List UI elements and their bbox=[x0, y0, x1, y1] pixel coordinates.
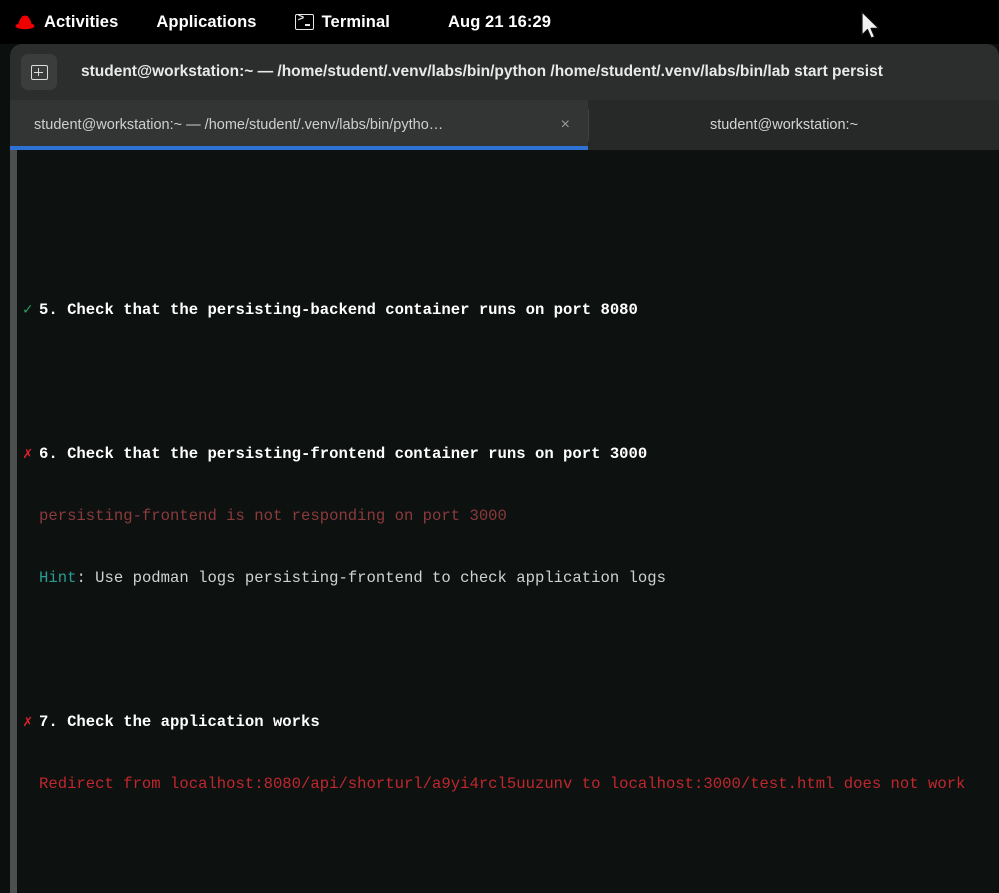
terminal-body[interactable]: ✓5. Check that the persisting-backend co… bbox=[10, 150, 999, 893]
clock-label[interactable]: Aug 21 16:29 bbox=[448, 13, 551, 32]
tab-0-label: student@workstation:~ — /home/student/.v… bbox=[34, 117, 443, 133]
failure-detail: Redirect from localhost:8080/api/shortur… bbox=[39, 775, 965, 793]
test-detail-row: persisting-frontend is not responding on… bbox=[23, 506, 999, 527]
terminal-window: student@workstation:~ — /home/student/.v… bbox=[10, 44, 999, 893]
test-row: ✗7. Check the application works bbox=[23, 712, 999, 733]
hint-text: : Use podman logs persisting-frontend to… bbox=[76, 569, 666, 587]
test-row: ✓5. Check that the persisting-backend co… bbox=[23, 300, 999, 321]
new-tab-button[interactable] bbox=[21, 54, 57, 90]
test-detail-row: Redirect from localhost:8080/api/shortur… bbox=[23, 774, 999, 795]
activities-label: Activities bbox=[44, 13, 118, 32]
redhat-logo-icon bbox=[14, 14, 36, 30]
fail-cross-icon: ✗ bbox=[23, 712, 39, 733]
indent bbox=[23, 568, 39, 589]
terminal-scrollbar[interactable] bbox=[10, 150, 17, 893]
failure-detail: persisting-frontend is not responding on… bbox=[39, 507, 507, 525]
terminal-icon bbox=[295, 14, 314, 30]
test-label: 6. Check that the persisting-frontend co… bbox=[39, 445, 647, 463]
tab-1[interactable]: student@workstation:~ bbox=[589, 100, 999, 150]
tab-bar: student@workstation:~ — /home/student/.v… bbox=[10, 100, 999, 150]
tab-1-label: student@workstation:~ bbox=[710, 117, 858, 133]
spacer-row bbox=[23, 238, 999, 259]
terminal-label: Terminal bbox=[322, 13, 390, 32]
new-tab-icon bbox=[31, 65, 48, 80]
spacer-row bbox=[23, 630, 999, 651]
indent bbox=[23, 506, 39, 527]
window-title: student@workstation:~ — /home/student/.v… bbox=[81, 63, 883, 81]
terminal-app-menu[interactable]: Terminal bbox=[281, 0, 404, 44]
top-bar-left-group: Activities Applications Terminal bbox=[0, 0, 404, 44]
applications-menu[interactable]: Applications bbox=[142, 0, 270, 44]
test-label: 5. Check that the persisting-backend con… bbox=[39, 301, 638, 319]
indent bbox=[23, 774, 39, 795]
activities-button[interactable]: Activities bbox=[0, 0, 132, 44]
applications-label: Applications bbox=[156, 13, 256, 32]
pass-check-icon: ✓ bbox=[23, 300, 39, 321]
tab-0-close-icon[interactable]: × bbox=[553, 117, 578, 133]
test-row: ✗6. Check that the persisting-frontend c… bbox=[23, 444, 999, 465]
gnome-top-bar: Activities Applications Terminal Aug 21 … bbox=[0, 0, 999, 44]
spacer-row bbox=[23, 362, 999, 383]
test-label: 7. Check the application works bbox=[39, 713, 320, 731]
fail-cross-icon: ✗ bbox=[23, 444, 39, 465]
tab-0[interactable]: student@workstation:~ — /home/student/.v… bbox=[10, 100, 588, 150]
test-hint-row: Hint: Use podman logs persisting-fronten… bbox=[23, 568, 999, 589]
window-titlebar: student@workstation:~ — /home/student/.v… bbox=[10, 44, 999, 100]
terminal-output[interactable]: ✓5. Check that the persisting-backend co… bbox=[17, 150, 999, 893]
hint-label: Hint bbox=[39, 569, 76, 587]
spacer-row bbox=[23, 836, 999, 857]
desktop-screen: Activities Applications Terminal Aug 21 … bbox=[0, 0, 999, 893]
